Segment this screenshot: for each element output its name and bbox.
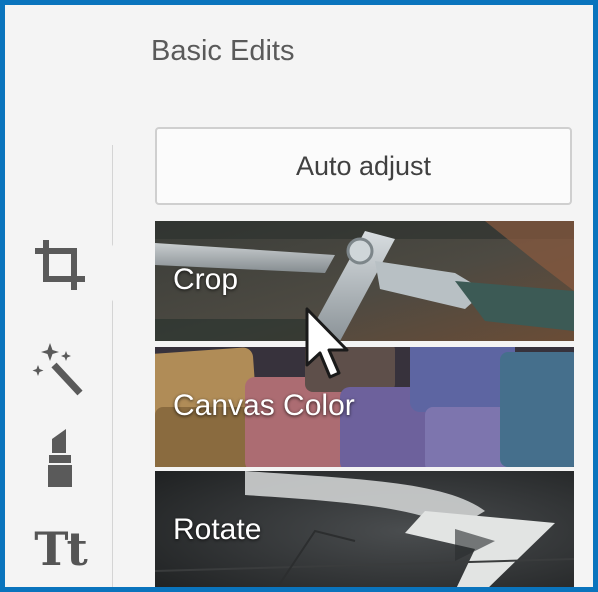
canvas-color-tile[interactable]: Canvas Color [155, 347, 574, 467]
text-tool-button[interactable]: Tt [25, 517, 95, 581]
auto-adjust-button[interactable]: Auto adjust [155, 127, 572, 205]
canvas-color-label: Canvas Color [173, 389, 355, 422]
rotate-tile[interactable]: Rotate [155, 471, 574, 587]
lipstick-icon [40, 425, 80, 489]
crop-tile[interactable]: Crop [155, 221, 574, 341]
tool-sidebar: Tt [5, 5, 113, 587]
magic-wand-icon [30, 339, 90, 399]
rotate-label: Rotate [173, 513, 262, 546]
app-window: Tt Basic Edits Auto adjust Crop Canvas C… [0, 0, 598, 592]
magic-wand-tool-button[interactable] [25, 337, 95, 401]
crop-tool-button[interactable] [25, 233, 95, 297]
basic-edits-panel: Basic Edits Auto adjust Crop Canvas Colo… [113, 5, 593, 587]
makeup-tool-button[interactable] [25, 425, 95, 489]
crop-icon [32, 237, 88, 293]
panel-title: Basic Edits [151, 35, 295, 67]
text-icon: Tt [34, 522, 88, 576]
crop-label: Crop [173, 263, 239, 296]
